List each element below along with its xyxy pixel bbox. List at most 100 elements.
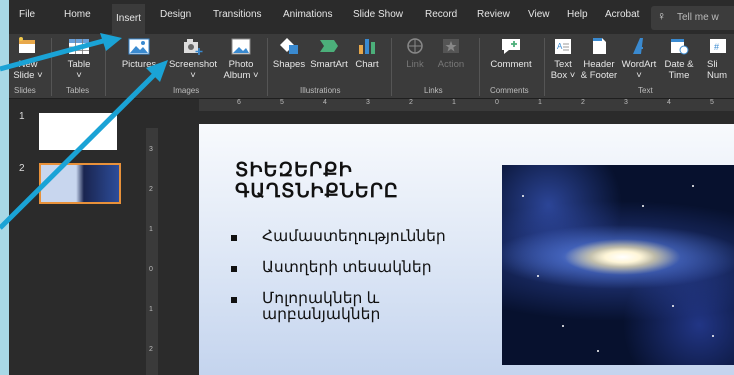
ruler-tick: 0	[149, 266, 153, 273]
shapes-icon	[280, 38, 298, 54]
tab-animations[interactable]: Animations	[283, 9, 332, 20]
ribbon-insert: New Slide ˅ Slides Table ˅ Tables Pictur…	[9, 34, 734, 99]
action-button[interactable]: Action	[433, 34, 469, 86]
ribbon-separator	[479, 38, 480, 96]
ruler-tick: 3	[149, 146, 153, 153]
slide-number-button[interactable]: # Sli Num	[701, 34, 734, 86]
ribbon-tabs: File Home Insert Design Transitions Anim…	[9, 0, 734, 34]
wordart-button[interactable]: WordArt ˅	[619, 34, 659, 86]
photo-album-button[interactable]: Photo Album ˅	[221, 34, 261, 86]
action-label: Action	[437, 59, 465, 70]
header-footer-label: Header & Footer	[580, 59, 618, 81]
comment-button[interactable]: Comment	[483, 34, 539, 86]
powerpoint-window: File Home Insert Design Transitions Anim…	[9, 0, 734, 375]
ruler-tick: 2	[409, 99, 413, 106]
tab-design[interactable]: Design	[160, 9, 191, 20]
slide-thumbnail-1[interactable]	[39, 113, 117, 150]
photo-album-label: Photo Album ˅	[223, 59, 259, 81]
slide-canvas[interactable]: ՏԻԵԶԵՐՔԻ ԳԱՂՏՆԻՔՆԵՐԸ Համաստեղություններ …	[199, 124, 734, 375]
ribbon-separator	[51, 38, 52, 96]
new-slide-button[interactable]: New Slide ˅	[9, 34, 47, 86]
table-button[interactable]: Table ˅	[59, 34, 99, 86]
ruler-tick: 2	[149, 186, 153, 193]
star	[692, 185, 694, 187]
ruler-tick: 3	[366, 99, 370, 106]
wordart-icon	[633, 38, 643, 54]
star	[672, 305, 674, 307]
tell-me-search[interactable]: ♀ Tell me w	[651, 6, 734, 30]
pictures-button[interactable]: Pictures	[113, 34, 165, 86]
svg-text:A: A	[557, 42, 563, 51]
tab-file[interactable]: File	[19, 9, 35, 20]
ruler-tick: 6	[237, 99, 241, 106]
table-icon	[69, 39, 89, 54]
ruler-tick: 4	[667, 99, 671, 106]
date-time-button[interactable]: Date & Time	[659, 34, 699, 86]
tab-review[interactable]: Review	[477, 9, 510, 20]
text-box-label: Text Box ˅	[550, 59, 576, 81]
comment-label: Comment	[490, 59, 532, 70]
shapes-button[interactable]: Shapes	[271, 34, 307, 86]
tab-view[interactable]: View	[528, 9, 550, 20]
ribbon-separator	[391, 38, 392, 96]
group-tables-label: Tables	[66, 86, 90, 95]
smartart-button[interactable]: SmartArt	[307, 34, 351, 86]
link-button[interactable]: Link	[397, 34, 433, 86]
text-box-button[interactable]: A Text Box ˅	[547, 34, 579, 86]
slide-thumbnails-pane: 1 2	[9, 99, 145, 375]
tell-me-placeholder: Tell me w	[677, 12, 719, 23]
smartart-label: SmartArt	[310, 59, 348, 70]
link-globe-icon	[407, 38, 423, 54]
table-label: Table ˅	[67, 59, 91, 81]
lightbulb-icon: ♀	[657, 9, 666, 23]
chart-icon	[359, 39, 375, 54]
tab-insert[interactable]: Insert	[112, 4, 146, 34]
slide-title[interactable]: ՏԻԵԶԵՐՔԻ ԳԱՂՏՆԻՔՆԵՐԸ	[235, 160, 465, 202]
pictures-label: Pictures	[121, 59, 157, 70]
ruler-tick: 0	[495, 99, 499, 106]
ruler-tick: 2	[581, 99, 585, 106]
ruler-tick: 1	[538, 99, 542, 106]
screenshot-button[interactable]: Screenshot ˅	[165, 34, 221, 86]
group-text-label: Text	[638, 86, 653, 95]
header-footer-button[interactable]: Header & Footer	[579, 34, 619, 86]
ruler-tick: 1	[452, 99, 456, 106]
slide-number-icon: #	[709, 39, 726, 53]
slide-number-2: 2	[19, 163, 25, 174]
ruler-tick: 1	[149, 306, 153, 313]
new-slide-icon	[19, 37, 35, 53]
group-images-label: Images	[173, 86, 200, 95]
shapes-label: Shapes	[272, 59, 306, 70]
chart-button[interactable]: Chart	[351, 34, 383, 86]
group-links-label: Links	[424, 86, 443, 95]
star	[597, 350, 599, 352]
smartart-icon	[320, 40, 338, 52]
group-illustrations-label: Illustrations	[300, 86, 341, 95]
action-star-icon	[443, 39, 459, 53]
date-time-label: Date & Time	[664, 59, 694, 81]
tab-acrobat[interactable]: Acrobat	[605, 9, 639, 20]
bullet-item: Համաստեղություններ	[229, 229, 499, 245]
screenshot-icon	[184, 39, 203, 55]
ribbon-separator	[267, 38, 268, 96]
ribbon-separator	[544, 38, 545, 96]
tab-help[interactable]: Help	[567, 9, 588, 20]
bullet-item: Աստղերի տեսակներ	[229, 260, 499, 276]
header-footer-icon	[593, 38, 606, 54]
group-slides-label: Slides	[14, 86, 36, 95]
photo-album-icon	[231, 38, 251, 55]
tab-transitions[interactable]: Transitions	[213, 9, 262, 20]
ruler-tick: 4	[323, 99, 327, 106]
ribbon-separator	[105, 38, 106, 96]
tab-record[interactable]: Record	[425, 9, 457, 20]
tab-home[interactable]: Home	[64, 9, 91, 20]
ruler-tick: 3	[624, 99, 628, 106]
ruler-tick: 5	[280, 99, 284, 106]
slide-thumbnail-2[interactable]	[39, 163, 121, 204]
slide-bullet-list[interactable]: Համաստեղություններ Աստղերի տեսակներ Մոլո…	[229, 229, 499, 338]
star	[712, 335, 714, 337]
tab-slide-show[interactable]: Slide Show	[353, 9, 403, 20]
star	[562, 325, 564, 327]
galaxy-image[interactable]	[502, 165, 734, 365]
star	[537, 275, 539, 277]
